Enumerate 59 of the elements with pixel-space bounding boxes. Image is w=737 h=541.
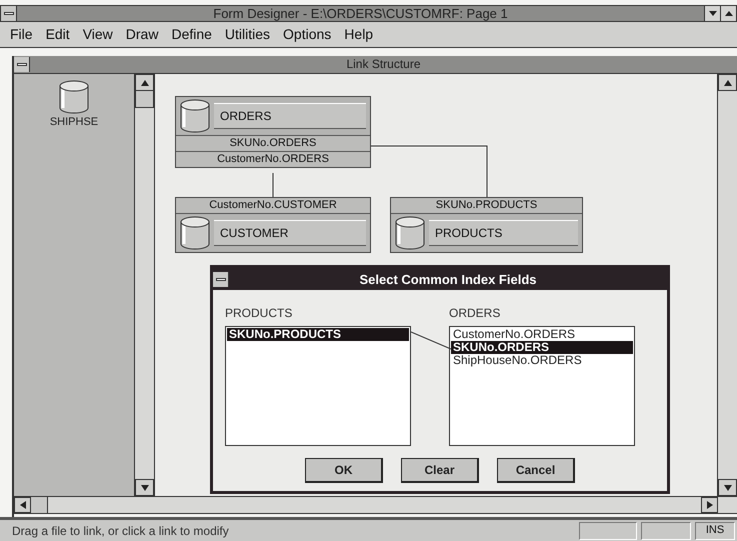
maximize-button[interactable] — [720, 6, 736, 21]
list-item[interactable]: SKUNo.PRODUCTS — [227, 328, 409, 341]
table-node[interactable]: SKUNo.PRODUCTS PRODUCTS — [390, 197, 583, 253]
insert-mode-indicator: INS — [695, 522, 735, 540]
field-name: SKUNo.PRODUCTS — [391, 198, 582, 214]
database-icon — [59, 80, 89, 114]
connector-line — [272, 172, 274, 198]
list-item[interactable]: SKUNo.ORDERS — [451, 341, 633, 354]
dialog-button[interactable]: Clear — [401, 458, 479, 483]
horizontal-scrollbar[interactable] — [14, 496, 737, 514]
database-icon — [180, 216, 210, 250]
dialog-title: Select Common Index Fields — [358, 272, 538, 286]
menu-item[interactable]: Utilities — [220, 24, 280, 45]
link-line — [411, 330, 451, 350]
status-message: Drag a file to link, or click a link to modify — [12, 522, 230, 540]
menu-item[interactable]: Edit — [42, 24, 79, 45]
menu-item[interactable]: Options — [279, 24, 340, 45]
arrow-icon — [706, 501, 712, 509]
field-name: CustomerNo.CUSTOMER — [176, 198, 370, 214]
menu-item[interactable]: View — [78, 24, 122, 45]
database-icon — [180, 99, 210, 133]
table-node[interactable]: CustomerNo.CUSTOMER CUSTOMER — [175, 197, 371, 253]
system-menu-button[interactable] — [1, 6, 17, 21]
table-node[interactable]: ORDERS SKUNo.ORDERS CustomerNo.ORDERS — [175, 96, 371, 168]
arrow-icon — [724, 484, 732, 490]
window-title: Form Designer - E:\ORDERS\CUSTOMRF: Page 1 — [212, 6, 509, 21]
child-window-title: Link Structure — [345, 57, 422, 72]
minimize-button[interactable] — [704, 6, 720, 21]
arrow-icon — [724, 80, 732, 86]
caret-down-icon — [708, 11, 716, 16]
arrow-icon — [140, 484, 148, 490]
vertical-scrollbar[interactable] — [135, 74, 155, 496]
scroll-thumb[interactable] — [135, 91, 154, 108]
system-menu-button[interactable] — [213, 272, 229, 286]
list-box[interactable]: CustomerNo.ORDERS SKUNo.ORDERS ShipHouseNo.ORDERS — [449, 326, 635, 446]
menu-item[interactable]: Define — [167, 24, 221, 45]
table-name: CUSTOMER — [214, 220, 366, 246]
status-pane — [579, 522, 637, 540]
list-box[interactable]: SKUNo.PRODUCTS — [225, 326, 411, 446]
menu-item[interactable]: Draw — [122, 24, 168, 45]
field-name: CustomerNo.ORDERS — [176, 151, 370, 167]
status-pane — [641, 522, 691, 540]
field-name: SKUNo.ORDERS — [176, 135, 370, 151]
table-name: ORDERS — [214, 103, 366, 129]
vertical-scrollbar[interactable] — [718, 74, 737, 496]
scroll-thumb[interactable] — [31, 497, 48, 513]
dialog-button[interactable]: OK — [305, 458, 383, 483]
arrow-icon — [20, 501, 26, 509]
dialog-button[interactable]: Cancel — [497, 458, 575, 483]
database-icon — [395, 216, 425, 250]
menu-item[interactable]: Help — [340, 24, 382, 45]
system-menu-button[interactable] — [14, 57, 30, 72]
palette-label: SHIPHSE — [50, 115, 98, 130]
arrow-icon — [140, 80, 148, 86]
menu-item[interactable]: File — [6, 24, 42, 45]
list-label: ORDERS — [449, 305, 502, 322]
list-label: PRODUCTS — [225, 305, 294, 322]
caret-up-icon — [724, 11, 732, 16]
table-name: PRODUCTS — [429, 220, 578, 246]
